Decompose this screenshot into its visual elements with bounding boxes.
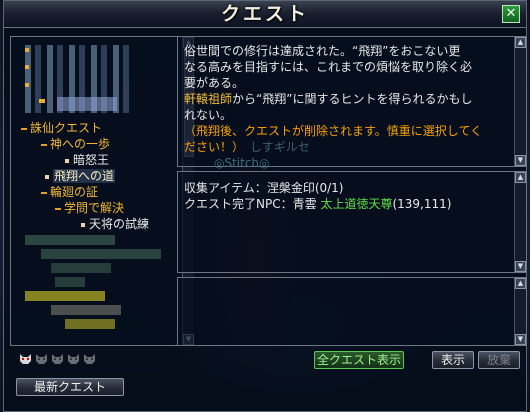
- warning-text: ださい！）: [184, 140, 245, 154]
- completion-npc-line: クエスト完了NPC：青雲 太上道徳天尊(139,111): [184, 196, 451, 212]
- title-bar[interactable]: クエスト ✕: [4, 1, 526, 28]
- tree-expander-icon: [55, 207, 61, 210]
- tree-item-label: 天将の試練: [89, 217, 150, 231]
- censored-entry: [39, 99, 45, 103]
- latest-quest-button[interactable]: 最新クエスト: [16, 378, 124, 396]
- censored-entry: [55, 277, 85, 287]
- censored-entry: [41, 249, 161, 259]
- close-button[interactable]: ✕: [502, 5, 520, 23]
- description-scrollbar[interactable]: ▲ ▼: [514, 37, 526, 166]
- completion-npc-label: クエスト完了NPC：: [184, 197, 293, 211]
- completion-npc-place: 青雲: [292, 197, 317, 211]
- tree-leaf-icon: [45, 174, 49, 179]
- description-line: れない。: [184, 108, 233, 122]
- censored-entry: [25, 48, 29, 52]
- censored-entry: [65, 319, 115, 329]
- demon-face-icon: [20, 354, 31, 364]
- background-player-name: しすギルセ: [250, 140, 310, 154]
- description-line: 俗世間での修行は達成された。“飛翔”をおこない更: [184, 44, 461, 58]
- demon-face-icon: [36, 354, 47, 364]
- tree-item-label: 学問で解決: [64, 201, 125, 215]
- censored-entry: [25, 291, 105, 301]
- tree-expander-icon: [21, 127, 27, 130]
- censored-entry: [25, 83, 29, 87]
- scroll-up-icon[interactable]: ▲: [515, 172, 526, 183]
- censored-entry: [51, 305, 121, 315]
- completion-npc-coords: (139,111): [392, 197, 452, 211]
- quest-description: 俗世間での修行は達成された。“飛翔”をおこない更 なる高みを目指すには、これまで…: [184, 43, 504, 171]
- description-line: 軒轅祖師から“飛翔”に関するヒントを得られるかもし: [184, 91, 504, 107]
- tree-expander-icon: [41, 191, 47, 194]
- window-title: クエスト: [220, 3, 309, 25]
- tree-expander-icon: [41, 143, 47, 146]
- npc-name-link[interactable]: 軒轅祖師: [184, 92, 232, 106]
- censored-entry: [25, 235, 115, 245]
- tree-item-anger-king[interactable]: 暗怒王: [65, 153, 109, 168]
- tree-item-label: 飛翔への道: [53, 169, 116, 183]
- demon-face-icon: [52, 354, 63, 364]
- demon-face-icon: [68, 354, 79, 364]
- warning-line: （飛翔後、クエストが削除されます。慎重に選択してく: [184, 124, 483, 138]
- quest-description-panel: 俗世間での修行は達成された。“飛翔”をおこない更 なる高みを目指すには、これまで…: [177, 36, 527, 170]
- show-all-quests-button[interactable]: 全クエスト表示: [314, 351, 404, 369]
- completion-npc-link[interactable]: 太上道徳天尊: [320, 197, 392, 211]
- tree-item-solve-by-study[interactable]: 学問で解決: [55, 201, 124, 216]
- scroll-up-icon[interactable]: ▲: [515, 278, 526, 289]
- quest-window: クエスト ✕ 誅仙クエスト 神への一歩 暗怒王 飛翔への道 輪廻の証 学問で解決: [3, 0, 527, 412]
- collect-item-line: 収集アイテム：涅槃金印(0/1): [184, 180, 344, 196]
- background-player-tag: ◎Stitch◎: [214, 156, 270, 170]
- tree-item-label: 暗怒王: [73, 153, 110, 167]
- quest-status-icons: [19, 351, 187, 367]
- censored-entry: [57, 97, 117, 111]
- display-button[interactable]: 表示: [432, 351, 474, 369]
- tree-item-label: 神への一歩: [50, 137, 111, 151]
- reward-scrollbar[interactable]: ▲ ▼: [514, 278, 526, 345]
- warning-line: ださい！） しすギルセ: [184, 139, 504, 155]
- info-scrollbar[interactable]: ▲ ▼: [514, 172, 526, 272]
- quest-info-panel: 収集アイテム：涅槃金印(0/1) クエスト完了NPC：青雲 太上道徳天尊(139…: [177, 171, 527, 273]
- scroll-down-icon[interactable]: ▼: [515, 155, 526, 166]
- tree-item-proof-of-samsara[interactable]: 輪廻の証: [41, 185, 98, 200]
- tree-item-step-to-god[interactable]: 神への一歩: [41, 137, 110, 152]
- scroll-down-icon[interactable]: ▼: [515, 334, 526, 345]
- tree-item-zhuxian-quest[interactable]: 誅仙クエスト: [21, 121, 102, 136]
- collect-item-label: 収集アイテム：: [184, 181, 267, 195]
- tree-leaf-icon: [65, 158, 69, 163]
- tree-item-road-to-flight[interactable]: 飛翔への道: [45, 169, 116, 184]
- censored-entry: [51, 263, 111, 273]
- censored-entry: [25, 65, 29, 69]
- tree-item-label: 輪廻の証: [50, 185, 99, 199]
- collect-item-value: 涅槃金印(0/1): [266, 181, 344, 195]
- quest-reward-panel: ▲ ▼: [177, 277, 527, 346]
- tree-item-label: 誅仙クエスト: [30, 121, 103, 135]
- tree-leaf-icon: [81, 222, 85, 227]
- description-text: から“飛翔”に関するヒントを得られるかもし: [232, 92, 473, 106]
- description-line: 要がある。: [184, 76, 245, 90]
- scroll-down-icon[interactable]: ▼: [515, 261, 526, 272]
- demon-face-icon: [84, 354, 95, 364]
- abandon-button[interactable]: 放棄: [478, 351, 520, 369]
- scroll-up-icon[interactable]: ▲: [515, 37, 526, 48]
- description-line: なる高みを目指すには、これまでの煩悩を取り除く必: [184, 60, 473, 74]
- quest-tree-panel: 誅仙クエスト 神への一歩 暗怒王 飛翔への道 輪廻の証 学問で解決 天将の試練 …: [10, 36, 194, 346]
- tree-item-heavenly-general-trial[interactable]: 天将の試練: [81, 217, 149, 232]
